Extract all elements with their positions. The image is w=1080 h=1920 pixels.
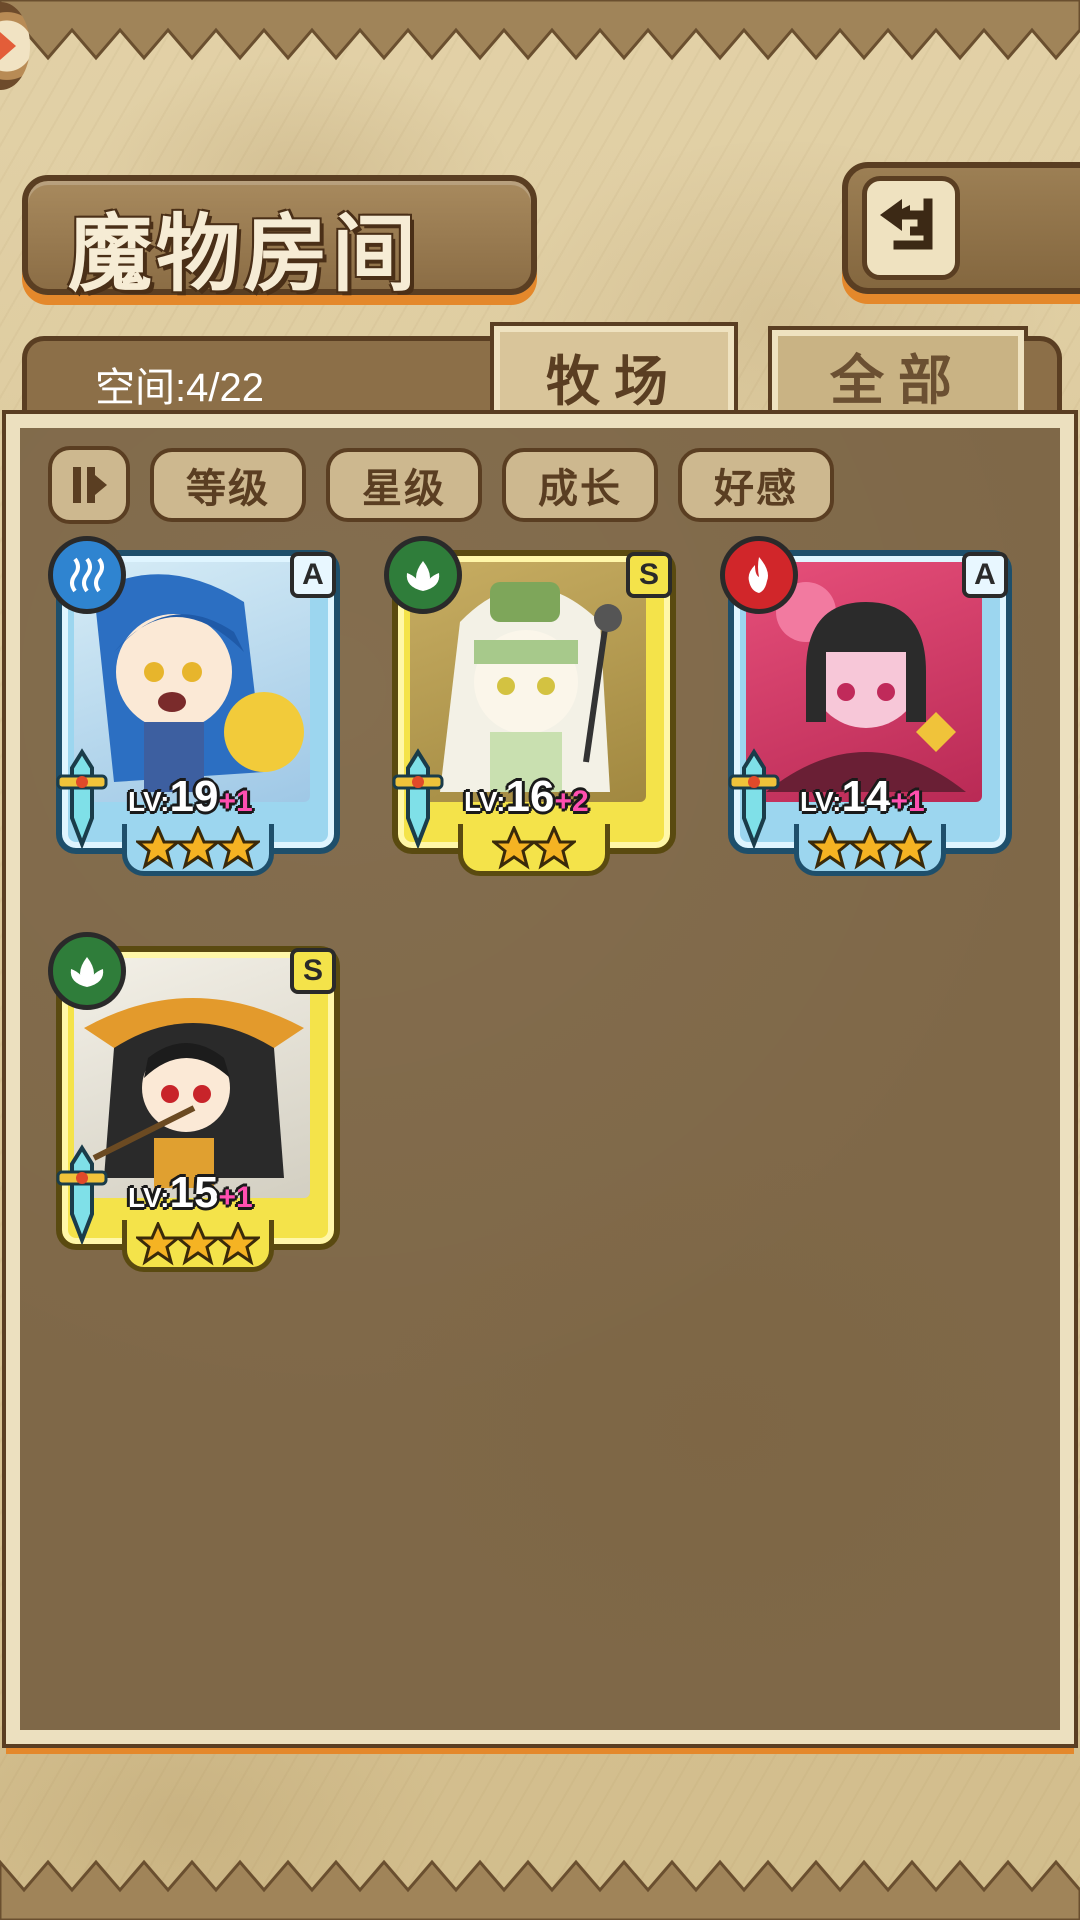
star-icon xyxy=(848,826,892,870)
level-prefix: LV: xyxy=(464,786,506,817)
star-rating xyxy=(434,820,634,876)
level-value: 15 xyxy=(169,1168,219,1217)
level-bonus: +1 xyxy=(890,785,925,818)
level-label: LV:16+2 xyxy=(464,772,589,822)
level-value: 16 xyxy=(505,772,555,821)
level-bonus: +2 xyxy=(554,785,589,818)
filter-growth-button[interactable]: 成长 xyxy=(502,448,658,522)
water-element-icon xyxy=(48,536,126,614)
rank-badge: S xyxy=(626,552,672,598)
star-icon xyxy=(176,826,220,870)
star-icon xyxy=(888,826,932,870)
level-bonus: +1 xyxy=(218,1181,253,1214)
level-prefix: LV: xyxy=(800,786,842,817)
level-prefix: LV: xyxy=(128,786,170,817)
title-banner: 魔物房间 xyxy=(22,175,537,303)
star-icon xyxy=(808,826,852,870)
page-title: 魔物房间 xyxy=(68,204,421,303)
level-value: 19 xyxy=(169,772,219,821)
star-icon xyxy=(136,1222,180,1266)
filter-affection-button[interactable]: 好感 xyxy=(678,448,834,522)
level-label: LV:15+1 xyxy=(128,1168,253,1218)
star-rating xyxy=(98,820,298,876)
rank-badge: A xyxy=(962,552,1008,598)
star-rating xyxy=(98,1216,298,1272)
level-label: LV:14+1 xyxy=(800,772,925,822)
rank-badge: A xyxy=(290,552,336,598)
wood-element-icon xyxy=(384,536,462,614)
filter-level-button[interactable]: 等级 xyxy=(150,448,306,522)
star-icon xyxy=(492,826,536,870)
top-zigzag-border xyxy=(0,0,1080,61)
level-value: 14 xyxy=(841,772,891,821)
bottom-zigzag-border xyxy=(0,1859,1080,1920)
filter-star-button[interactable]: 星级 xyxy=(326,448,482,522)
sort-toggle-icon xyxy=(73,467,107,503)
star-rating xyxy=(770,820,970,876)
monster-card[interactable]: S LV:16+2 xyxy=(384,536,684,878)
level-prefix: LV: xyxy=(128,1182,170,1213)
tab-all[interactable]: 全部 xyxy=(768,326,1028,424)
return-arrow-icon xyxy=(862,176,960,280)
tab-ranch[interactable]: 牧场 xyxy=(490,322,738,430)
star-icon xyxy=(216,826,260,870)
star-icon xyxy=(136,826,180,870)
wood-element-icon xyxy=(48,932,126,1010)
back-button[interactable] xyxy=(842,162,1080,294)
storage-info-bar: 空间:4/22 xyxy=(22,336,507,414)
monster-card[interactable]: A LV:14+1 xyxy=(720,536,1020,878)
star-icon xyxy=(532,826,576,870)
monster-card[interactable]: A LV:19+1 xyxy=(48,536,348,878)
arrow-right-icon xyxy=(0,32,16,60)
fire-element-icon xyxy=(720,536,798,614)
monster-card[interactable]: S LV:15+1 xyxy=(48,932,348,1274)
tab-bar-end xyxy=(1024,336,1062,414)
star-icon xyxy=(216,1222,260,1266)
level-label: LV:19+1 xyxy=(128,772,253,822)
space-count-label: 空间:4/22 xyxy=(95,366,264,410)
rank-badge: S xyxy=(290,948,336,994)
sort-order-button[interactable] xyxy=(48,446,130,524)
level-bonus: +1 xyxy=(218,785,253,818)
star-icon xyxy=(176,1222,220,1266)
